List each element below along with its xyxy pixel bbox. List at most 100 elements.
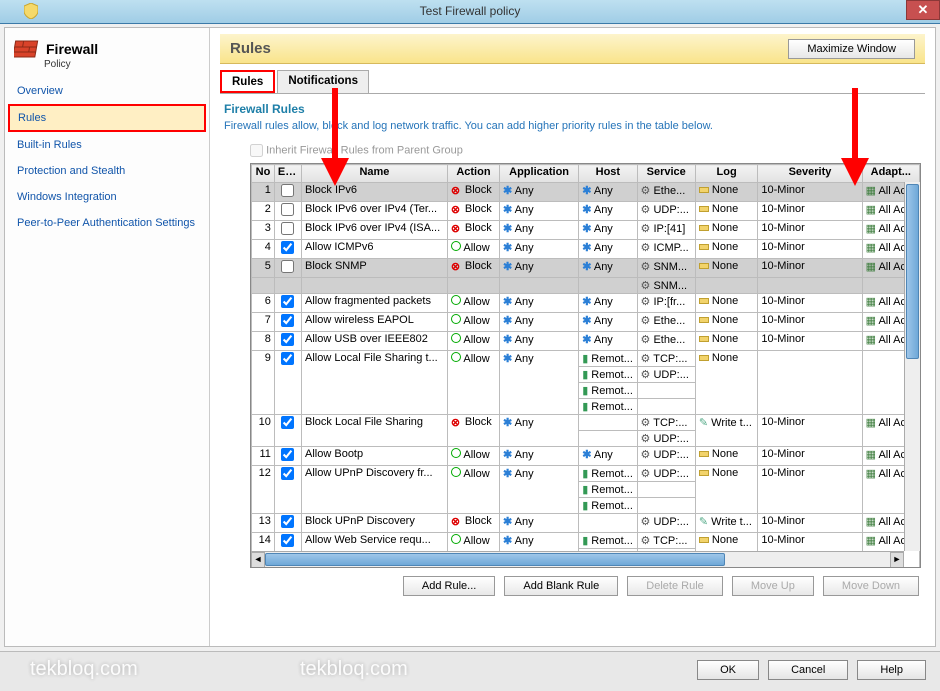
sidebar-item-overview[interactable]: Overview xyxy=(8,78,206,104)
allow-icon xyxy=(451,534,461,544)
inherit-checkbox[interactable] xyxy=(250,144,263,157)
server-icon: ▮ xyxy=(582,484,588,496)
sidebar-header: Firewall xyxy=(8,33,206,61)
any-icon: ✱ xyxy=(503,261,512,273)
gear-icon: ⚙ xyxy=(641,204,651,216)
any-icon: ✱ xyxy=(582,204,591,216)
sidebar-item-windows-integration[interactable]: Windows Integration xyxy=(8,184,206,210)
enable-checkbox[interactable] xyxy=(281,333,294,346)
sidebar-item-peer-to-peer-authentication-settings[interactable]: Peer-to-Peer Authentication Settings xyxy=(8,210,206,236)
column-action[interactable]: Action xyxy=(447,165,499,183)
gear-icon: ⚙ xyxy=(641,334,651,346)
gear-icon: ⚙ xyxy=(641,242,651,254)
column-log[interactable]: Log xyxy=(695,165,758,183)
column-no[interactable]: No xyxy=(252,165,275,183)
table-row[interactable]: 14Allow Web Service requ... Allow✱ Any▮ … xyxy=(252,533,920,549)
enable-checkbox[interactable] xyxy=(281,448,294,461)
scroll-right-arrow[interactable]: ► xyxy=(890,552,904,568)
cancel-button[interactable]: Cancel xyxy=(768,660,848,680)
table-row[interactable]: 11Allow Bootp Allow✱ Any✱ Any⚙ UDP:... N… xyxy=(252,447,920,466)
adapter-icon: ▦ xyxy=(866,315,876,327)
any-icon: ✱ xyxy=(582,185,591,197)
tab-notifications[interactable]: Notifications xyxy=(277,70,369,93)
enable-checkbox[interactable] xyxy=(281,222,294,235)
enable-checkbox[interactable] xyxy=(281,416,294,429)
column-severity[interactable]: Severity xyxy=(758,165,862,183)
table-row[interactable]: 2Block IPv6 over IPv4 (Ter...⊗Block✱ Any… xyxy=(252,202,920,221)
sidebar-item-protection-and-stealth[interactable]: Protection and Stealth xyxy=(8,158,206,184)
enable-checkbox[interactable] xyxy=(281,534,294,547)
enable-checkbox[interactable] xyxy=(281,515,294,528)
table-row[interactable]: 8Allow USB over IEEE802 Allow✱ Any✱ Any⚙… xyxy=(252,332,920,351)
close-button[interactable]: ✕ xyxy=(906,0,940,20)
gear-icon: ⚙ xyxy=(641,369,651,381)
table-row[interactable]: 13Block UPnP Discovery⊗Block✱ Any⚙ UDP:.… xyxy=(252,514,920,533)
tab-rules[interactable]: Rules xyxy=(220,70,275,93)
help-button[interactable]: Help xyxy=(857,660,926,680)
any-icon: ✱ xyxy=(503,535,512,547)
any-icon: ✱ xyxy=(582,296,591,308)
none-icon xyxy=(699,244,709,250)
adapter-icon: ▦ xyxy=(866,334,876,346)
add-rule-button[interactable]: Add Rule... xyxy=(403,576,495,596)
sidebar-item-rules[interactable]: Rules xyxy=(8,104,206,132)
gear-icon: ⚙ xyxy=(641,296,651,308)
allow-icon xyxy=(451,448,461,458)
adapter-icon: ▦ xyxy=(866,261,876,273)
write-icon: ✎ xyxy=(699,417,708,429)
any-icon: ✱ xyxy=(503,315,512,327)
column-host[interactable]: Host xyxy=(579,165,637,183)
gear-icon: ⚙ xyxy=(641,516,651,528)
column-name[interactable]: Name xyxy=(302,165,448,183)
enable-checkbox[interactable] xyxy=(281,467,294,480)
scroll-left-arrow[interactable]: ◄ xyxy=(251,552,265,568)
enable-checkbox[interactable] xyxy=(281,241,294,254)
table-row[interactable]: 7Allow wireless EAPOL Allow✱ Any✱ Any⚙ E… xyxy=(252,313,920,332)
column-en[interactable]: En... xyxy=(274,165,301,183)
delete-rule-button[interactable]: Delete Rule xyxy=(627,576,722,596)
section-title: Firewall Rules xyxy=(224,102,925,116)
table-row[interactable]: 6Allow fragmented packets Allow✱ Any✱ An… xyxy=(252,294,920,313)
enable-checkbox[interactable] xyxy=(281,203,294,216)
ok-button[interactable]: OK xyxy=(697,660,759,680)
gear-icon: ⚙ xyxy=(641,353,651,365)
scroll-thumb[interactable] xyxy=(265,553,725,566)
adapter-icon: ▦ xyxy=(866,185,876,197)
table-row[interactable]: 5Block SNMP⊗Block✱ Any✱ Any⚙ SNM... None… xyxy=(252,259,920,278)
any-icon: ✱ xyxy=(503,353,512,365)
vertical-scrollbar[interactable] xyxy=(904,182,920,551)
any-icon: ✱ xyxy=(503,296,512,308)
enable-checkbox[interactable] xyxy=(281,184,294,197)
column-application[interactable]: Application xyxy=(500,165,579,183)
enable-checkbox[interactable] xyxy=(281,352,294,365)
any-icon: ✱ xyxy=(582,261,591,273)
column-service[interactable]: Service xyxy=(637,165,695,183)
enable-checkbox[interactable] xyxy=(281,314,294,327)
column-adapt[interactable]: Adapt... xyxy=(862,165,919,183)
rule-buttons: Add Rule... Add Blank Rule Delete Rule M… xyxy=(220,576,919,596)
move-down-button[interactable]: Move Down xyxy=(823,576,919,596)
move-up-button[interactable]: Move Up xyxy=(732,576,814,596)
none-icon xyxy=(699,263,709,269)
maximize-button[interactable]: Maximize Window xyxy=(788,39,915,59)
table-row[interactable]: ⚙ SNM... xyxy=(252,278,920,294)
table-row[interactable]: 10Block Local File Sharing⊗Block✱ Any⚙ T… xyxy=(252,415,920,431)
horizontal-scrollbar[interactable]: ◄ ► xyxy=(251,551,904,567)
gear-icon: ⚙ xyxy=(641,468,651,480)
table-row[interactable]: 4Allow ICMPv6 Allow✱ Any✱ Any⚙ ICMP... N… xyxy=(252,240,920,259)
block-icon: ⊗ xyxy=(451,184,463,196)
table-row[interactable]: 9Allow Local File Sharing t... Allow✱ An… xyxy=(252,351,920,367)
enable-checkbox[interactable] xyxy=(281,260,294,273)
add-blank-rule-button[interactable]: Add Blank Rule xyxy=(504,576,618,596)
block-icon: ⊗ xyxy=(451,260,463,272)
inherit-label: Inherit Firewall Rules from Parent Group xyxy=(266,144,463,156)
table-row[interactable]: 3Block IPv6 over IPv4 (ISA...⊗Block✱ Any… xyxy=(252,221,920,240)
sidebar-item-built-in-rules[interactable]: Built-in Rules xyxy=(8,132,206,158)
watermark: tekbloq.com xyxy=(300,658,408,681)
table-row[interactable]: 1Block IPv6⊗Block✱ Any✱ Any⚙ Ethe... Non… xyxy=(252,183,920,202)
any-icon: ✱ xyxy=(582,315,591,327)
table-row[interactable]: 12Allow UPnP Discovery fr... Allow✱ Any▮… xyxy=(252,466,920,482)
adapter-icon: ▦ xyxy=(866,223,876,235)
server-icon: ▮ xyxy=(582,353,588,365)
enable-checkbox[interactable] xyxy=(281,295,294,308)
